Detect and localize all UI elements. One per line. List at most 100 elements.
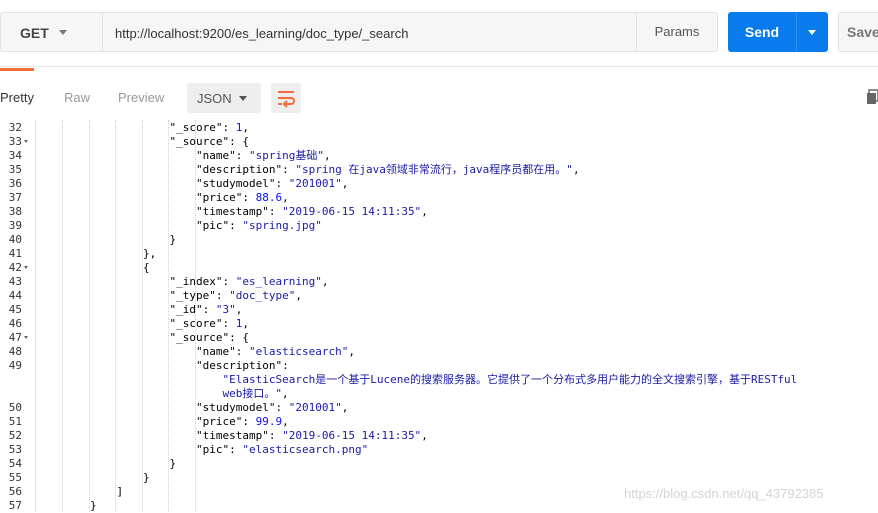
json-string: "spring 在java领域非常流行，java程序员都在用。" — [295, 163, 573, 176]
line-number: 45 — [8, 303, 22, 316]
line-number: 39 — [8, 219, 22, 232]
code-line: 48 "name": "elasticsearch", — [0, 345, 878, 359]
json-punctuation: : — [235, 345, 249, 358]
json-punctuation: ] — [116, 485, 124, 498]
json-key: "name" — [196, 345, 236, 358]
json-string: "elasticsearch" — [249, 345, 349, 358]
code-line: 51 "price": 99.9, — [0, 415, 878, 429]
json-string: "2019-06-15 14:11:35" — [282, 205, 422, 218]
request-bar: GET http://localhost:9200/es_learning/do… — [0, 0, 878, 66]
json-punctuation: : — [242, 415, 256, 428]
json-punctuation: , — [341, 177, 349, 190]
code-line: 55} — [0, 471, 878, 485]
view-pretty-button[interactable]: Pretty — [0, 83, 52, 113]
json-punctuation: }, — [143, 247, 157, 260]
json-punctuation: : — [242, 191, 256, 204]
json-string: "spring基础" — [249, 149, 324, 162]
code-line: "ElasticSearch是一个基于Lucene的搜索服务器。它提供了一个分布… — [0, 373, 878, 387]
json-punctuation: : — [235, 149, 249, 162]
json-punctuation: , — [295, 289, 302, 302]
copy-icon[interactable] — [866, 89, 878, 105]
view-preview-button[interactable]: Preview — [118, 83, 178, 113]
fold-toggle-icon[interactable] — [24, 336, 28, 339]
json-punctuation: , — [282, 191, 289, 204]
code-text: "name": "elasticsearch", — [196, 345, 355, 359]
json-punctuation: : — [282, 359, 289, 372]
code-text: "_type": "doc_type", — [170, 289, 302, 303]
code-text: "studymodel": "201001", — [196, 177, 348, 191]
code-line: 44 "_type": "doc_type", — [0, 289, 878, 303]
line-number: 56 — [8, 485, 22, 498]
code-line: 52 "timestamp": "2019-06-15 14:11:35", — [0, 429, 878, 443]
json-punctuation: : — [222, 121, 236, 134]
line-number: 48 — [8, 345, 22, 358]
fold-toggle-icon[interactable] — [24, 266, 28, 269]
json-key: "_id" — [169, 303, 203, 316]
code-text: "_id": "3", — [170, 303, 243, 317]
json-key: "name" — [196, 149, 236, 162]
line-number: 32 — [8, 121, 22, 134]
send-button[interactable]: Send — [728, 12, 828, 52]
code-line: 43 "_index": "es_learning", — [0, 275, 878, 289]
json-punctuation: , — [421, 429, 428, 442]
json-string: "elasticsearch.png" — [242, 443, 369, 456]
line-number: 53 — [8, 443, 22, 456]
json-key: "description" — [196, 163, 283, 176]
json-key: "pic" — [196, 443, 230, 456]
url-input[interactable]: http://localhost:9200/es_learning/doc_ty… — [102, 12, 637, 52]
json-key: "description" — [196, 359, 283, 372]
line-number: 38 — [8, 205, 22, 218]
code-text: "_index": "es_learning", — [170, 275, 329, 289]
line-number: 49 — [8, 359, 22, 372]
json-punctuation: , — [421, 205, 428, 218]
code-line: 34 "name": "spring基础", — [0, 149, 878, 163]
json-punctuation: , — [323, 149, 331, 162]
line-number: 37 — [8, 191, 22, 204]
code-line: 47 "_source": { — [0, 331, 878, 345]
line-number: 40 — [8, 233, 22, 246]
json-key: "pic" — [196, 219, 230, 232]
code-text: "name": "spring基础", — [196, 149, 331, 163]
json-punctuation: : — [229, 443, 243, 456]
fold-toggle-icon[interactable] — [24, 140, 28, 143]
code-text: web接口。", — [223, 387, 289, 401]
code-text: "price": 99.9, — [196, 415, 289, 429]
code-line: 49 "description": — [0, 359, 878, 373]
code-text: { — [143, 261, 150, 275]
json-punctuation: : — [229, 219, 243, 232]
code-line: 38 "timestamp": "2019-06-15 14:11:35", — [0, 205, 878, 219]
line-number: 52 — [8, 429, 22, 442]
save-button[interactable]: Save — [838, 12, 878, 52]
json-punctuation: : — [268, 429, 283, 442]
method-label: GET — [20, 25, 49, 41]
line-number: 36 — [8, 177, 22, 190]
params-button[interactable]: Params — [636, 12, 718, 52]
view-raw-button[interactable]: Raw — [64, 83, 104, 113]
code-text: "pic": "elasticsearch.png" — [196, 443, 368, 457]
json-string: web接口。" — [222, 387, 283, 400]
json-key: "studymodel" — [196, 177, 276, 190]
code-line: 46 "_score": 1, — [0, 317, 878, 331]
code-text: ] — [117, 485, 124, 499]
active-tab-indicator — [0, 68, 34, 71]
json-punctuation: : — [202, 303, 216, 316]
json-key: "_type" — [169, 289, 216, 302]
code-line: 39 "pic": "spring.jpg" — [0, 219, 878, 233]
json-string: "spring.jpg" — [242, 219, 322, 232]
response-body[interactable]: 32 "_score": 1, 33 "_source": {34 "name": "s… — [0, 120, 878, 512]
code-text: "_source": { — [170, 135, 249, 149]
json-punctuation: : — [222, 317, 236, 330]
code-text: "_score": 1, — [170, 317, 249, 331]
method-select[interactable]: GET — [0, 12, 102, 52]
send-options-chevron-icon[interactable] — [808, 30, 816, 35]
code-line: 32 "_score": 1, — [0, 121, 878, 135]
json-punctuation: , — [341, 401, 349, 414]
json-key: "timestamp" — [196, 429, 269, 442]
format-select[interactable]: JSON — [187, 83, 261, 113]
json-punctuation: { — [143, 261, 150, 274]
code-text: "description": — [196, 359, 289, 373]
json-key: "_score" — [169, 121, 223, 134]
wrap-lines-button[interactable] — [271, 83, 301, 113]
json-punctuation: } — [143, 471, 150, 484]
section-divider — [0, 66, 878, 67]
